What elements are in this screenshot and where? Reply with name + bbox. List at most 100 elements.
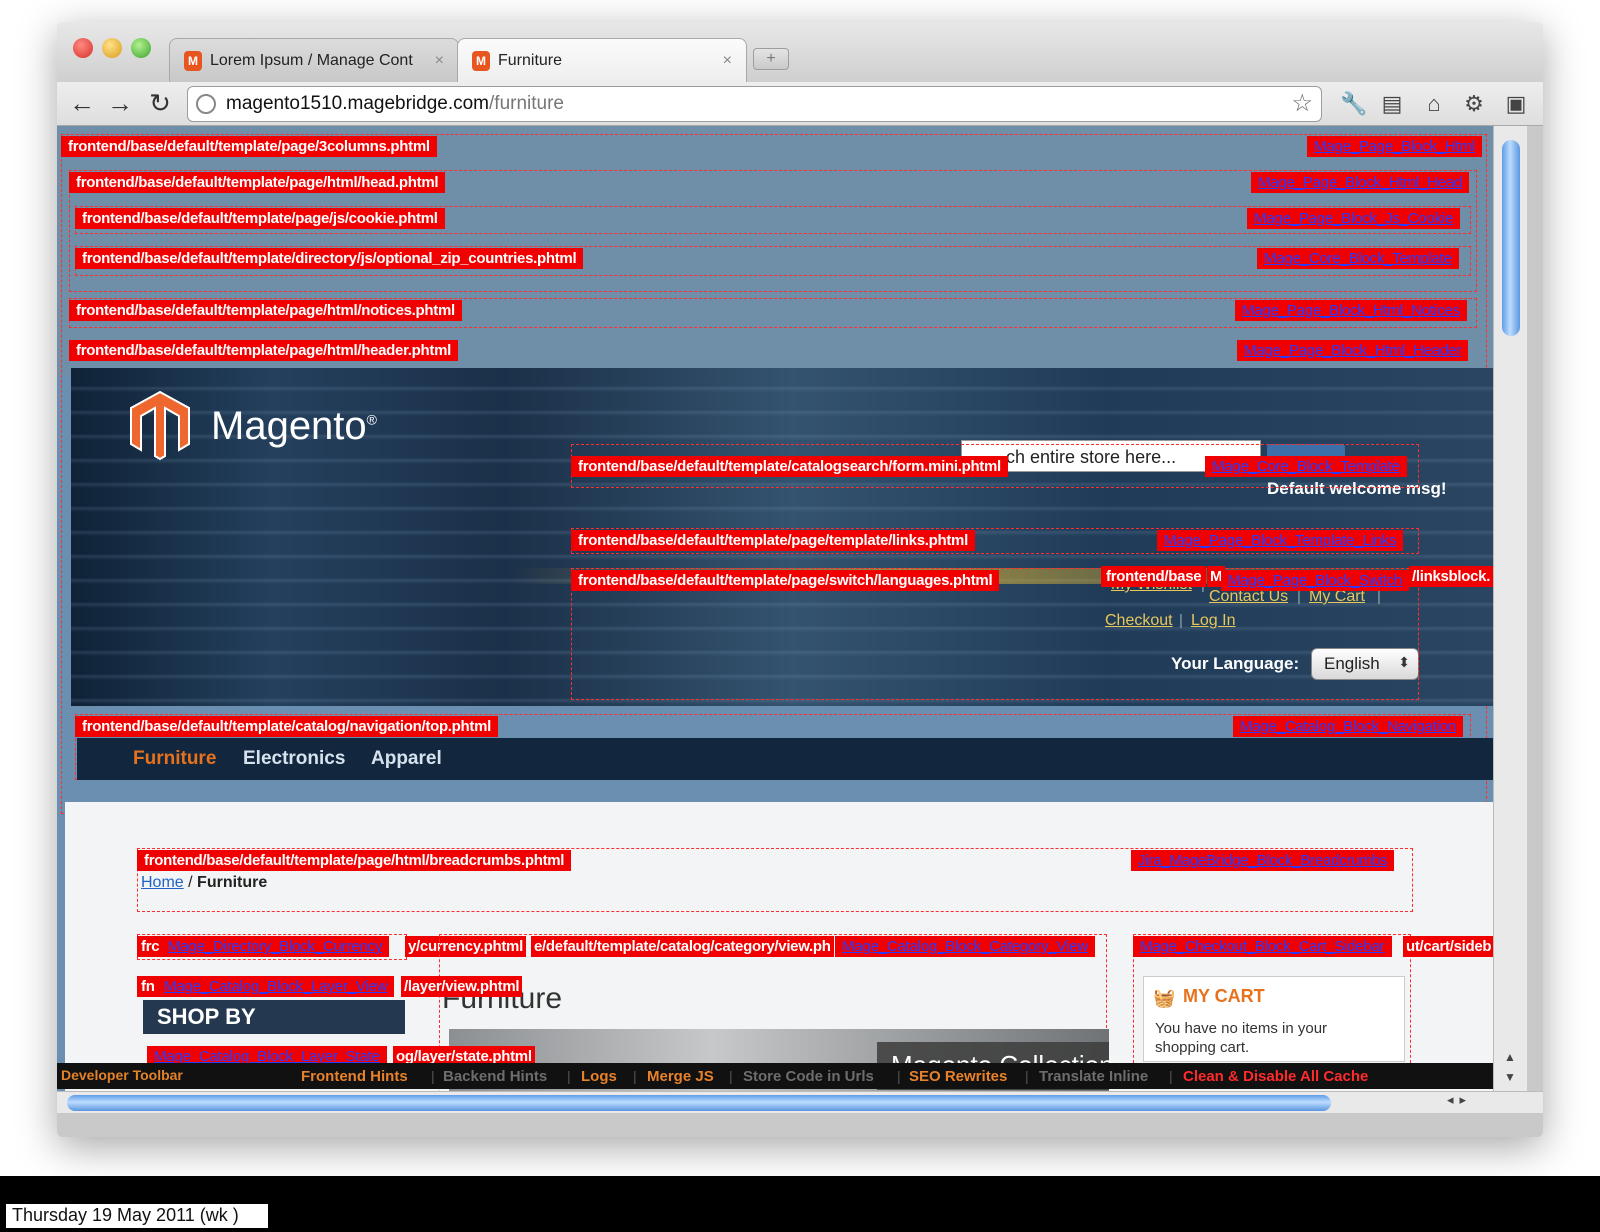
breadcrumb-home-link[interactable]: Home <box>141 874 184 891</box>
mini-cart-empty-message: You have no items in your shopping cart. <box>1155 1020 1328 1056</box>
browser-toolbar: ← → ↻ magento1510.magebridge.com/furnitu… <box>57 82 1543 126</box>
hint-path-fragment: /linksblock. <box>1409 566 1494 587</box>
forward-button[interactable]: → <box>105 88 135 119</box>
hint-path: frontend/base/default/template/page/html… <box>69 172 446 193</box>
merge-js-toggle[interactable]: Merge JS <box>647 1068 714 1085</box>
globe-icon <box>196 94 216 114</box>
extension-icon[interactable]: ▤ <box>1379 91 1405 117</box>
tab-close-icon[interactable]: × <box>723 52 732 70</box>
toolbar-separator: | <box>897 1068 901 1084</box>
zoom-window-button[interactable] <box>131 38 151 58</box>
shop-by-header: SHOP BY <box>143 1000 405 1034</box>
logs-toggle[interactable]: Logs <box>581 1068 617 1085</box>
bookmark-star-icon[interactable]: ☆ <box>1291 89 1313 118</box>
date-label: Thursday 19 May 2011 (wk ) <box>6 1204 268 1228</box>
tab-lorem-ipsum[interactable]: M Lorem Ipsum / Manage Cont × <box>169 38 459 82</box>
hint-path: frontend/base/default/template/page/swit… <box>571 570 1000 591</box>
back-button[interactable]: ← <box>67 88 97 119</box>
browser-titlebar: M Lorem Ipsum / Manage Cont × M Furnitur… <box>57 22 1543 82</box>
hint-block[interactable]: Mage_Core_Block_Template <box>1257 248 1459 269</box>
developer-toolbar-title: Developer Toolbar <box>61 1067 183 1083</box>
horizontal-scroll-thumb[interactable] <box>67 1095 1331 1111</box>
screenshot: M Lorem Ipsum / Manage Cont × M Furnitur… <box>0 0 1600 1232</box>
hint-block[interactable]: Mage_Page_Block_Html_Header <box>1237 340 1469 361</box>
hint-path: frontend/base/default/template/page/3col… <box>61 136 437 157</box>
tab-label: Lorem Ipsum / Manage Cont <box>210 51 413 69</box>
hint-block[interactable]: Mage_Page_Block_Html <box>1307 136 1483 157</box>
scroll-up-arrow-icon[interactable]: ▲ <box>1504 1050 1516 1064</box>
hint-block[interactable]: Mage_Page_Block_Template_Links <box>1157 530 1404 551</box>
hint-block[interactable]: Mage_Core_Block_Template <box>1205 456 1407 477</box>
hint-path: frontend/base/default/template/catalogse… <box>571 456 1008 477</box>
wrench-tool-icon[interactable]: 🔧 <box>1340 91 1367 117</box>
breadcrumb-separator: / <box>188 874 193 891</box>
scroll-arrows-icon[interactable]: ◂▸ <box>1447 1092 1472 1108</box>
vertical-scrollbar[interactable]: ▲ ▼ <box>1493 126 1527 1111</box>
hint-path: frontend/base/default/template/directory… <box>75 248 584 269</box>
hint-path-fragment: ut/cart/sideb <box>1403 936 1495 957</box>
magento-favicon-icon: M <box>472 50 490 71</box>
seo-rewrites-toggle[interactable]: SEO Rewrites <box>909 1068 1007 1085</box>
vertical-scroll-thumb[interactable] <box>1502 140 1520 336</box>
nav-furniture[interactable]: Furniture <box>133 748 216 770</box>
minimize-window-button[interactable] <box>102 38 122 58</box>
hint-path: frontend/base/default/template/page/js/c… <box>75 208 445 229</box>
hint-path-fragment: fn <box>137 976 159 997</box>
tab-furniture[interactable]: M Furniture × <box>457 38 747 82</box>
url-host: magento1510.magebridge.com <box>226 93 490 114</box>
hint-block[interactable]: Mage_Page_Block_Switch <box>1221 570 1410 591</box>
bookmark-extension-icon[interactable]: ▣ <box>1503 91 1529 117</box>
toolbar-separator: | <box>1025 1068 1029 1084</box>
hint-block[interactable]: Mage_Page_Block_Html_Notices <box>1235 300 1467 321</box>
hint-block[interactable]: Mage_Checkout_Block_Cart_Sidebar <box>1133 936 1392 957</box>
backend-hints-toggle[interactable]: Backend Hints <box>443 1068 547 1085</box>
tab-close-icon[interactable]: × <box>435 52 444 70</box>
magento-favicon-icon: M <box>184 50 202 71</box>
brand-wordmark[interactable]: Magento® <box>211 404 377 449</box>
close-window-button[interactable] <box>73 38 93 58</box>
toolbar-separator: | <box>1169 1068 1173 1084</box>
nav-electronics[interactable]: Electronics <box>243 748 345 770</box>
magento-logo-icon[interactable] <box>129 390 191 460</box>
mini-cart-title: MY CART <box>1183 986 1265 1006</box>
hint-block[interactable]: Mage_Catalog_Block_Navigation <box>1233 716 1464 737</box>
translate-inline-toggle[interactable]: Translate Inline <box>1039 1068 1148 1085</box>
hint-path: frontend/base/default/template/catalog/n… <box>75 716 499 737</box>
hint-block[interactable]: Jira_MageBridge_Block_Breadcrumbs <box>1131 850 1395 871</box>
toolbar-separator: | <box>729 1068 733 1084</box>
hint-path-fragment: /layer/view.phtml <box>401 976 523 997</box>
url-path: /furniture <box>489 93 564 114</box>
toolbar-separator: | <box>567 1068 571 1084</box>
hint-block[interactable]: Mage_Directory_Block_Currency <box>161 936 390 957</box>
toolbar-separator: | <box>431 1068 435 1084</box>
breadcrumb: Home / Furniture <box>141 874 267 892</box>
hint-block[interactable]: Mage_Catalog_Block_Layer_View <box>157 976 395 997</box>
hint-path: frontend/base/default/template/page/html… <box>137 850 572 871</box>
developer-toolbar-items: Developer Toolbar Frontend Hints | Backe… <box>57 1063 1493 1089</box>
nav-apparel[interactable]: Apparel <box>371 748 442 770</box>
top-navigation: Furniture Electronics Apparel <box>77 738 1507 780</box>
clean-disable-cache-button[interactable]: Clean & Disable All Cache <box>1183 1068 1368 1085</box>
reload-button[interactable]: ↻ <box>145 88 175 119</box>
tag-extension-icon[interactable]: ⌂ <box>1421 91 1447 117</box>
page-viewport: frontend/base/default/template/page/3col… <box>57 126 1527 1111</box>
new-tab-button[interactable]: + <box>753 48 789 70</box>
gear-icon[interactable]: ⚙ <box>1461 91 1487 117</box>
address-bar[interactable]: magento1510.magebridge.com/furniture ☆ <box>187 86 1322 122</box>
breadcrumb-current: Furniture <box>197 874 268 891</box>
store-code-in-urls-toggle[interactable]: Store Code in Urls <box>743 1068 874 1085</box>
tab-label: Furniture <box>498 51 563 69</box>
scroll-down-arrow-icon[interactable]: ▼ <box>1504 1070 1516 1084</box>
frontend-hints-toggle[interactable]: Frontend Hints <box>301 1068 408 1085</box>
shopping-basket-icon: 🧺 <box>1153 988 1176 1008</box>
browser-window: M Lorem Ipsum / Manage Cont × M Furnitur… <box>57 22 1543 1137</box>
hint-path-fragment: frc <box>137 936 164 957</box>
hint-block[interactable]: Mage_Page_Block_Html_Head <box>1251 172 1470 193</box>
toolbar-separator: | <box>633 1068 637 1084</box>
hint-path: frontend/base/default/template/page/html… <box>69 300 462 321</box>
hint-block[interactable]: Mage_Page_Block_Js_Cookie <box>1247 208 1461 229</box>
hint-path: frontend/base/default/template/page/temp… <box>571 530 975 551</box>
hint-path: frontend/base/default/template/page/html… <box>69 340 458 361</box>
horizontal-scrollbar[interactable]: ◂▸ <box>57 1091 1543 1113</box>
hint-path-fragment: frontend/base <box>1101 566 1207 587</box>
